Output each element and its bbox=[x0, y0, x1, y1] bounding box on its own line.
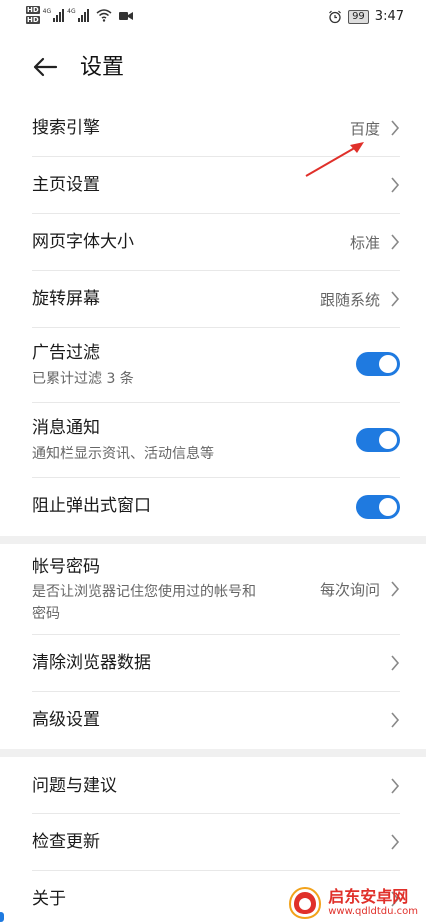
watermark-url: www.qdldtdu.com bbox=[328, 906, 418, 917]
setting-label: 消息通知 bbox=[32, 418, 100, 438]
watermark-logo-icon bbox=[289, 886, 322, 920]
setting-check-update[interactable]: 检查更新 bbox=[32, 814, 400, 870]
alarm-icon bbox=[329, 10, 341, 23]
app-header: 设置 bbox=[0, 44, 426, 96]
setting-ad-filter: 广告过滤 已累计过滤 3 条 bbox=[32, 328, 400, 402]
chevron-right-icon bbox=[391, 778, 400, 794]
setting-advanced[interactable]: 高级设置 bbox=[32, 692, 400, 748]
chevron-right-icon bbox=[391, 834, 400, 850]
setting-account-password[interactable]: 帐号密码 是否让浏览器记住您使用过的帐号和 密码 每次询问 bbox=[32, 544, 400, 634]
setting-feedback[interactable]: 问题与建议 bbox=[32, 757, 400, 813]
block-popups-toggle[interactable] bbox=[356, 495, 400, 519]
setting-description: 已累计过滤 3 条 bbox=[32, 371, 134, 387]
chevron-right-icon bbox=[391, 712, 400, 728]
setting-label: 搜索引擎 bbox=[32, 118, 100, 138]
setting-label: 主页设置 bbox=[32, 175, 100, 195]
setting-value: 标准 bbox=[349, 234, 380, 252]
signal-icon: 4G bbox=[67, 8, 89, 22]
hd-badge: HD bbox=[26, 16, 40, 24]
wifi-icon bbox=[96, 9, 112, 22]
annotation-arrow-icon bbox=[305, 142, 364, 177]
chevron-right-icon bbox=[391, 655, 400, 671]
setting-label: 高级设置 bbox=[32, 710, 100, 730]
setting-label: 广告过滤 bbox=[32, 343, 100, 363]
setting-clear-data[interactable]: 清除浏览器数据 bbox=[32, 635, 400, 691]
setting-label: 问题与建议 bbox=[32, 776, 117, 796]
setting-description: 通知栏显示资讯、活动信息等 bbox=[32, 446, 214, 462]
chevron-right-icon bbox=[391, 120, 400, 136]
edge-indicator bbox=[0, 912, 4, 922]
back-arrow-icon[interactable] bbox=[32, 54, 58, 80]
setting-block-popups: 阻止弹出式窗口 bbox=[32, 478, 400, 534]
setting-label: 帐号密码 bbox=[32, 557, 100, 577]
setting-value: 跟随系统 bbox=[319, 291, 380, 309]
chevron-right-icon bbox=[391, 581, 400, 597]
setting-label: 关于 bbox=[32, 889, 66, 909]
setting-label: 旋转屏幕 bbox=[32, 289, 100, 309]
notifications-toggle[interactable] bbox=[356, 428, 400, 452]
setting-value: 每次询问 bbox=[319, 581, 380, 599]
setting-label: 网页字体大小 bbox=[32, 232, 134, 252]
section-separator bbox=[0, 749, 426, 757]
setting-value: 百度 bbox=[349, 120, 380, 138]
battery-indicator: 99 bbox=[348, 9, 369, 24]
setting-description: 密码 bbox=[32, 606, 60, 622]
status-bar: HD HD 4G 4G 99 3:47 bbox=[0, 0, 426, 36]
section-separator bbox=[0, 536, 426, 544]
ad-filter-toggle[interactable] bbox=[356, 352, 400, 376]
setting-notifications: 消息通知 通知栏显示资讯、活动信息等 bbox=[32, 403, 400, 477]
setting-label: 检查更新 bbox=[32, 832, 100, 852]
setting-rotate-screen[interactable]: 旋转屏幕 跟随系统 bbox=[32, 271, 400, 327]
setting-label: 阻止弹出式窗口 bbox=[32, 496, 151, 516]
page-title: 设置 bbox=[80, 55, 125, 80]
setting-font-size[interactable]: 网页字体大小 标准 bbox=[32, 214, 400, 270]
setting-label: 清除浏览器数据 bbox=[32, 653, 151, 673]
signal-icon: 4G bbox=[43, 8, 65, 22]
chevron-right-icon bbox=[391, 291, 400, 307]
setting-description: 是否让浏览器记住您使用过的帐号和 bbox=[32, 584, 256, 600]
video-camera-icon bbox=[118, 12, 133, 20]
chevron-right-icon bbox=[391, 234, 400, 250]
clock: 3:47 bbox=[374, 9, 404, 24]
hd-badge: HD bbox=[26, 6, 40, 14]
watermark-name: 启东安卓网 bbox=[328, 887, 409, 906]
watermark: 启东安卓网 www.qdldtdu.com bbox=[288, 886, 418, 920]
chevron-right-icon bbox=[391, 177, 400, 193]
